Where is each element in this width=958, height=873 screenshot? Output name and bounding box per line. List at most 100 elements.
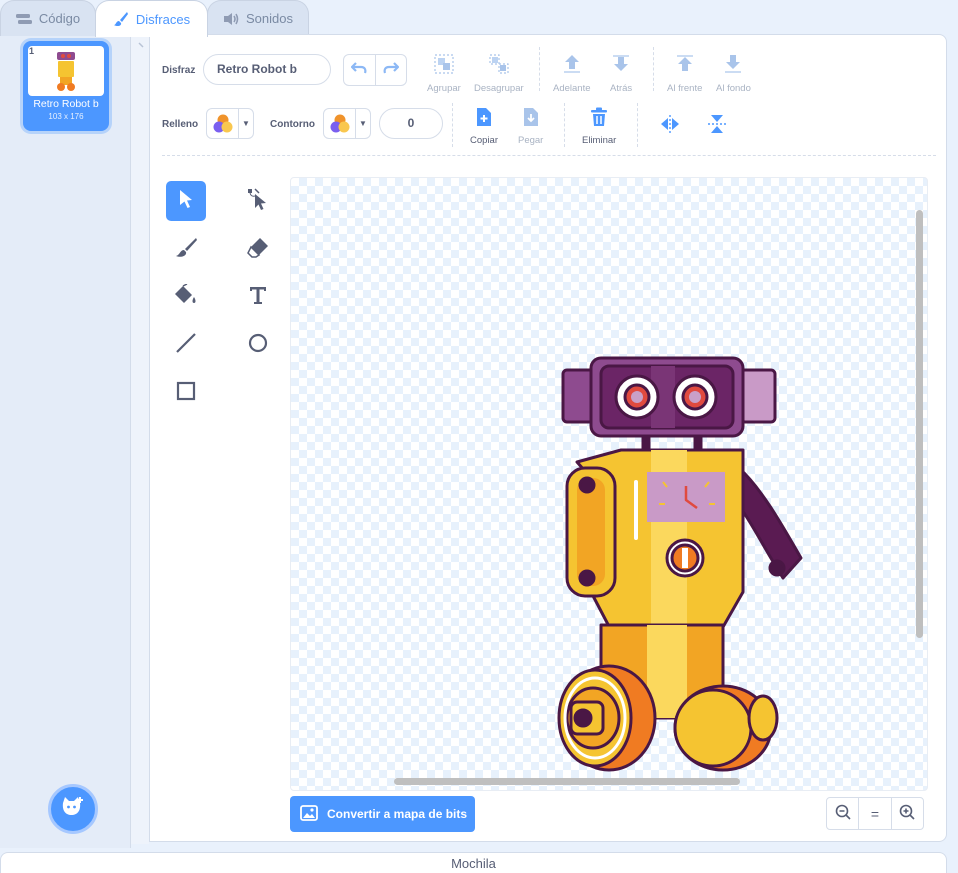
group-label: Agrupar (427, 83, 461, 94)
flip-horizontal-icon (659, 115, 681, 136)
separator (539, 47, 540, 91)
text-icon (248, 285, 268, 310)
text-tool[interactable] (238, 277, 278, 317)
eraser-tool[interactable] (238, 229, 278, 269)
brush-icon (175, 236, 197, 263)
flip-vertical-icon (708, 113, 726, 138)
tab-costumes-label: Disfraces (135, 11, 191, 27)
separator (637, 103, 638, 147)
delete-label: Eliminar (582, 135, 617, 146)
speaker-icon (223, 12, 239, 26)
ungroup-label: Desagrupar (474, 83, 524, 94)
ungroup-button[interactable]: Desagrupar (474, 53, 524, 94)
undo-button[interactable] (344, 55, 376, 85)
paste-label: Pegar (518, 135, 544, 146)
tab-code[interactable]: Código (0, 0, 96, 36)
undo-redo-group (343, 54, 407, 86)
zoom-in-button[interactable] (890, 798, 923, 829)
separator (564, 103, 565, 147)
brush-icon (113, 11, 129, 27)
front-icon (674, 53, 696, 78)
flip-vertical-button[interactable] (708, 113, 726, 138)
fill-color-swatch (207, 109, 239, 138)
copy-button[interactable]: Copiar (470, 107, 498, 146)
backpack-header[interactable]: Mochila (0, 852, 947, 873)
costume-list: 1 Retro Robot b 103 x 176 (0, 36, 131, 848)
arrow-pointer-icon (177, 189, 195, 214)
ungroup-icon (488, 53, 510, 78)
drawing-canvas[interactable] (290, 177, 928, 791)
front-label: Al frente (667, 83, 703, 94)
zoom-reset-button[interactable]: = (858, 798, 890, 829)
code-icon (15, 13, 32, 25)
toolbar-divider (162, 155, 936, 156)
circle-icon (247, 332, 269, 359)
splitter (131, 36, 149, 844)
outline-color-picker[interactable]: ▼ (323, 108, 371, 139)
robot-drawing (557, 356, 803, 772)
costume-name: Retro Robot b (33, 98, 99, 110)
convert-to-bitmap-button[interactable]: Convertir a mapa de bits (290, 796, 475, 832)
tab-sounds-label: Sonidos (246, 11, 293, 26)
line-icon (175, 332, 197, 359)
costume-thumbnail (28, 46, 104, 96)
tab-sounds[interactable]: Sonidos (207, 0, 309, 36)
outline-width-input[interactable]: 0 (379, 108, 443, 139)
redo-button[interactable] (376, 55, 407, 85)
line-tool[interactable] (166, 325, 206, 365)
backward-label: Atrás (610, 83, 633, 94)
select-tool[interactable] (166, 181, 206, 221)
backward-icon (610, 53, 632, 78)
undo-icon (350, 61, 367, 79)
costume-number: 1 (29, 46, 35, 56)
paint-editor: Disfraz Retro Robot b Agrupar Desagrupar… (149, 34, 947, 842)
forward-icon (561, 53, 583, 78)
tab-code-label: Código (38, 11, 81, 26)
fill-color-picker[interactable]: ▼ (206, 108, 254, 139)
zoom-out-icon (835, 804, 851, 823)
copy-icon (475, 107, 493, 130)
horizontal-scrollbar[interactable] (394, 778, 740, 785)
costume-size: 103 x 176 (48, 112, 84, 121)
tab-costumes[interactable]: Disfraces (95, 0, 208, 37)
paint-bucket-icon (174, 282, 198, 311)
rectangle-icon (175, 380, 197, 407)
add-costume-button[interactable] (48, 784, 98, 834)
paste-button[interactable]: Pegar (518, 107, 543, 146)
costume-name-label: Disfraz (162, 65, 196, 76)
separator (452, 103, 453, 147)
front-button[interactable]: Al frente (667, 53, 702, 94)
outline-label: Contorno (270, 119, 315, 130)
delete-button[interactable]: Eliminar (582, 107, 616, 146)
forward-label: Adelante (553, 83, 591, 94)
zoom-out-button[interactable] (827, 798, 858, 829)
tab-bar: Código Disfraces Sonidos (0, 0, 958, 37)
convert-to-bitmap-label: Convertir a mapa de bits (327, 807, 468, 821)
forward-button[interactable]: Adelante (553, 53, 591, 94)
zoom-in-icon (899, 804, 915, 823)
image-icon (300, 804, 318, 824)
cat-plus-icon (60, 795, 86, 824)
reshape-tool[interactable] (238, 181, 278, 221)
group-icon (433, 53, 455, 78)
backward-button[interactable]: Atrás (610, 53, 632, 94)
chevron-down-icon: ▼ (242, 119, 250, 128)
copy-label: Copiar (470, 135, 498, 146)
rectangle-tool[interactable] (166, 373, 206, 413)
back-button[interactable]: Al fondo (716, 53, 751, 94)
group-button[interactable]: Agrupar (427, 53, 461, 94)
redo-icon (383, 61, 400, 79)
trash-icon (590, 107, 608, 130)
circle-tool[interactable] (238, 325, 278, 365)
brush-tool[interactable] (166, 229, 206, 269)
reshape-icon (247, 187, 269, 215)
vertical-scrollbar[interactable] (916, 210, 923, 638)
paste-icon (522, 107, 540, 130)
costume-name-input[interactable]: Retro Robot b (203, 54, 331, 85)
flip-horizontal-button[interactable] (659, 115, 681, 136)
fill-tool[interactable] (166, 277, 206, 317)
eraser-icon (247, 236, 269, 263)
costume-item[interactable]: 1 Retro Robot b 103 x 176 (23, 41, 109, 131)
back-icon (722, 53, 744, 78)
outline-color-swatch (324, 109, 356, 138)
